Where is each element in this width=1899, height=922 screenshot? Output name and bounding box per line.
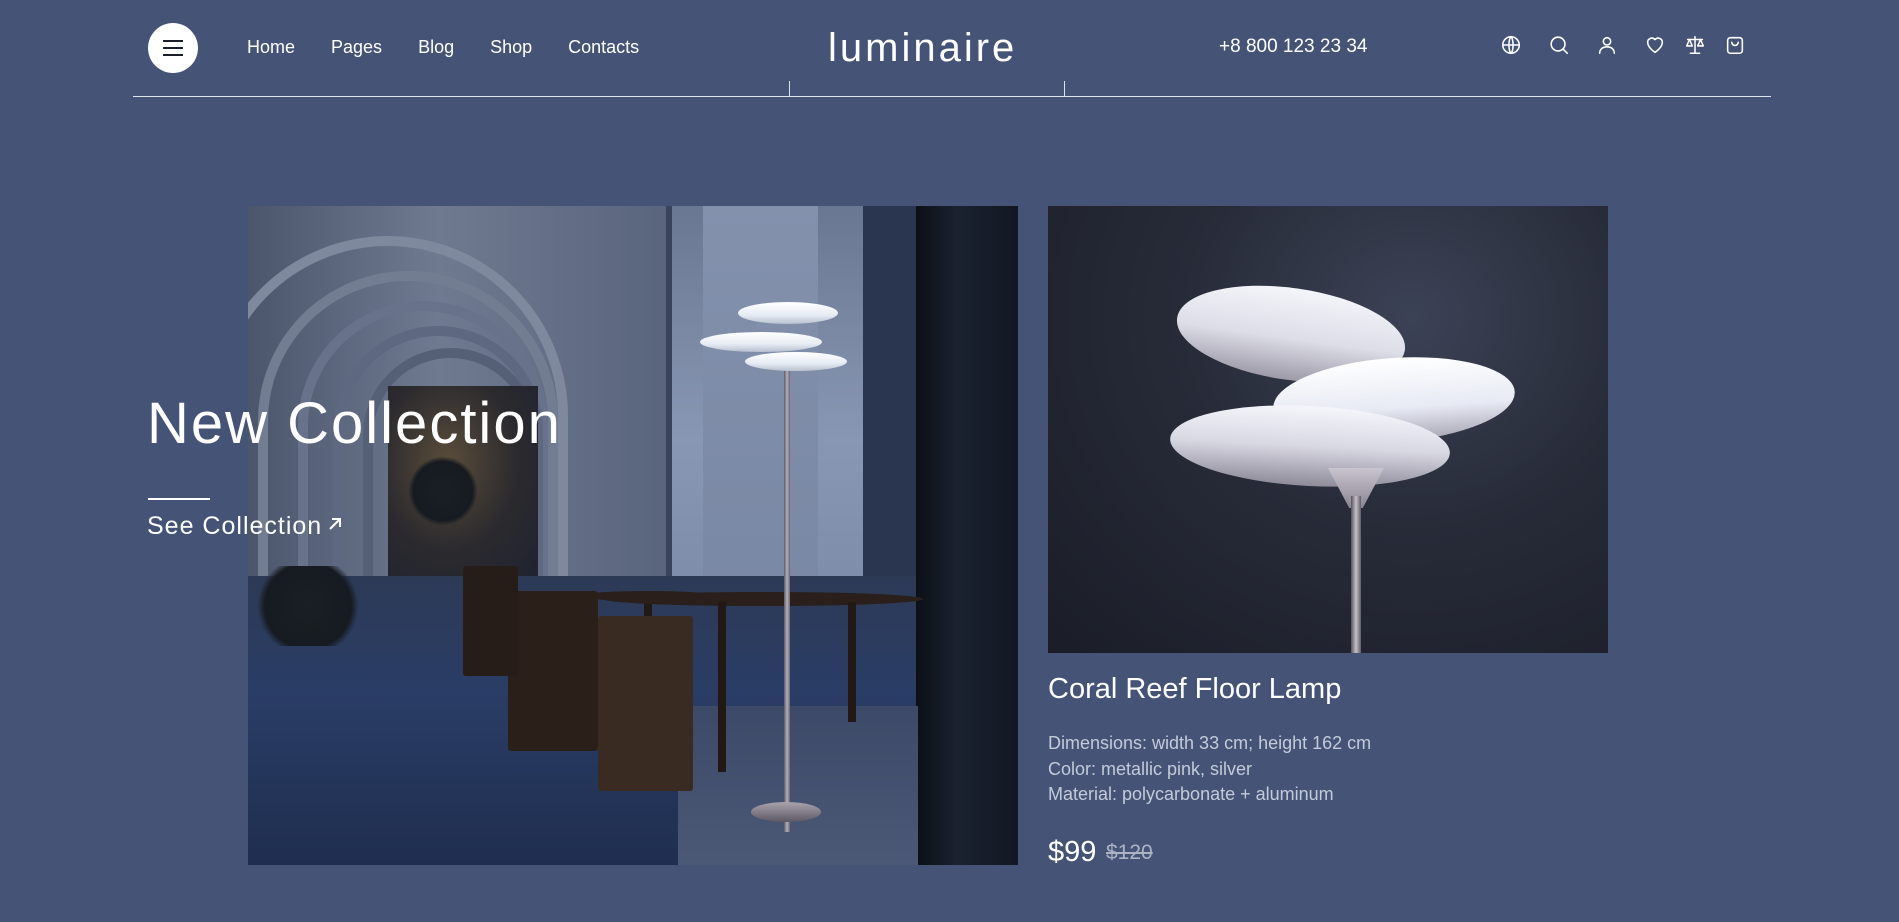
globe-icon[interactable] — [1498, 32, 1524, 58]
hamburger-icon-bar — [163, 47, 183, 49]
user-icon[interactable] — [1594, 32, 1620, 58]
lamp-disc — [738, 302, 838, 324]
see-collection-label: See Collection — [147, 512, 323, 540]
see-collection-link[interactable]: See Collection — [147, 510, 344, 541]
header-divider — [133, 96, 1771, 97]
floor-light — [678, 706, 918, 865]
lamp-pole — [784, 354, 790, 832]
plant — [408, 456, 478, 526]
scales-icon[interactable] — [1682, 32, 1708, 58]
header-icons — [1498, 32, 1748, 58]
chair — [463, 566, 518, 676]
menu-button[interactable] — [148, 23, 198, 73]
nav-pages[interactable]: Pages — [331, 36, 382, 58]
lamp-base — [751, 802, 821, 822]
table — [603, 592, 923, 606]
product-spec-dimensions: Dimensions: width 33 cm; height 162 cm — [1048, 733, 1372, 753]
main-nav: Home Pages Blog Shop Contacts — [247, 36, 675, 58]
chair — [598, 616, 693, 791]
divider-tick — [789, 81, 790, 96]
lamp-pole — [1351, 496, 1361, 653]
pillar — [666, 206, 672, 626]
nav-blog[interactable]: Blog — [418, 36, 454, 58]
phone-number[interactable]: +8 800 123 23 34 — [1219, 36, 1367, 58]
hamburger-icon — [163, 40, 183, 42]
hero-rule — [148, 498, 210, 500]
chair — [508, 591, 598, 751]
site-logo[interactable]: luminaire — [828, 24, 1017, 72]
lamp-disc — [700, 332, 822, 352]
product-image[interactable] — [1048, 206, 1608, 653]
hero-title: New Collection — [147, 391, 562, 456]
nav-contacts[interactable]: Contacts — [568, 36, 639, 58]
doorway — [916, 206, 1018, 865]
hamburger-icon-bar — [163, 54, 183, 56]
product-spec-color: Color: metallic pink, silver — [1048, 759, 1253, 779]
search-icon[interactable] — [1546, 32, 1572, 58]
table-leg — [848, 602, 856, 722]
table-leg — [718, 602, 726, 772]
nav-home[interactable]: Home — [247, 36, 295, 58]
product-spec-material: Material: polycarbonate + aluminum — [1048, 784, 1334, 804]
arrow-up-right-icon — [326, 510, 344, 530]
product-price: $99 — [1048, 836, 1097, 868]
lamp-disc — [745, 352, 847, 371]
nav-shop[interactable]: Shop — [490, 36, 532, 58]
product-title[interactable]: Coral Reef Floor Lamp — [1048, 672, 1341, 706]
site-header: Home Pages Blog Shop Contacts luminaire … — [0, 0, 1899, 100]
product-old-price: $120 — [1106, 841, 1153, 864]
divider-tick — [1064, 81, 1065, 96]
plant — [248, 566, 368, 646]
hero-image — [248, 206, 1018, 865]
bag-icon[interactable] — [1722, 32, 1748, 58]
heart-icon[interactable] — [1642, 32, 1668, 58]
